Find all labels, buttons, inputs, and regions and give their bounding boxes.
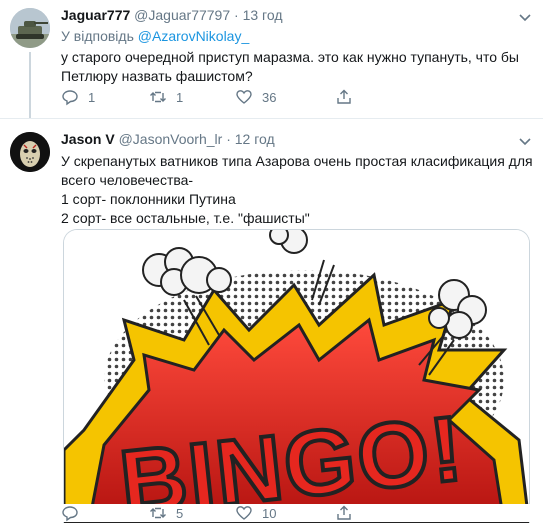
tweet-text-line: всего человечества- (61, 172, 194, 188)
tweet-image-bingo[interactable]: BINGO! (63, 229, 530, 523)
reply-icon (62, 506, 78, 522)
avatar-jasonv[interactable] (10, 132, 50, 172)
reply-icon (62, 90, 78, 106)
share-button[interactable] (335, 88, 353, 106)
like-button[interactable]: 36 (235, 88, 276, 106)
reply-prefix: У відповідь (61, 28, 134, 44)
reply-button[interactable] (61, 504, 88, 522)
chevron-down-icon[interactable] (516, 132, 534, 150)
like-button[interactable]: 10 (235, 504, 276, 522)
reply-context: У відповідь @AzarovNikolay_ (61, 28, 249, 44)
user-handle[interactable]: @Jaguar77797 (134, 7, 230, 23)
avatar-jaguar777[interactable] (10, 8, 50, 48)
tweet-jaguar777[interactable]: Jaguar777 @Jaguar77797 · 13 год У відпов… (0, 0, 543, 118)
retweet-icon (150, 507, 166, 519)
tweet-text: у старого очередной приступ маразма. это… (61, 48, 519, 86)
reply-button[interactable]: 1 (61, 88, 95, 106)
tank-avatar-icon (10, 8, 50, 48)
separator-dot: · (234, 7, 239, 23)
tweet-text-line: 2 сорт- все остальные, т.е. "фашисты" (61, 210, 310, 226)
retweet-count: 5 (176, 505, 184, 521)
heart-icon (236, 90, 252, 104)
share-icon (337, 505, 351, 520)
separator-dot: · (226, 131, 231, 147)
share-button[interactable] (335, 504, 353, 522)
tweet-text: У скрепанутых ватников типа Азарова очен… (61, 152, 533, 228)
tweet-text-line: У скрепанутых ватников типа Азарова очен… (61, 153, 533, 169)
action-bar: 1 1 36 (61, 88, 531, 108)
tweet-text-line: у старого очередной приступ маразма. это… (61, 49, 519, 65)
display-name[interactable]: Jason V (61, 131, 115, 147)
user-handle[interactable]: @JasonVoorh_lr (119, 131, 223, 147)
tweet-text-line: 1 сорт- поклонники Путина (61, 191, 236, 207)
retweet-button[interactable]: 1 (149, 88, 183, 106)
tweet-text-line: Петлюру назвать фашистом? (61, 68, 253, 84)
tweet-header: Jaguar777 @Jaguar77797 · 13 год (61, 7, 283, 23)
tweet-header: Jason V @JasonVoorh_lr · 12 год (61, 131, 275, 147)
action-bar: 5 10 (61, 504, 531, 522)
reply-mention-link[interactable]: @AzarovNikolay_ (138, 28, 249, 44)
timestamp[interactable]: 13 год (243, 7, 283, 23)
chevron-down-icon[interactable] (516, 8, 534, 26)
timestamp[interactable]: 12 год (235, 131, 275, 147)
retweet-button[interactable]: 5 (149, 504, 183, 522)
share-icon (337, 89, 351, 104)
thread-line (29, 52, 31, 118)
like-count: 10 (262, 505, 277, 521)
bingo-comic-image: BINGO! (64, 230, 529, 523)
hockey-mask-avatar-icon (10, 132, 50, 172)
heart-icon (236, 506, 252, 520)
display-name[interactable]: Jaguar777 (61, 7, 130, 23)
like-count: 36 (262, 89, 277, 105)
reply-count: 1 (88, 89, 96, 105)
retweet-icon (150, 91, 166, 103)
retweet-count: 1 (176, 89, 184, 105)
